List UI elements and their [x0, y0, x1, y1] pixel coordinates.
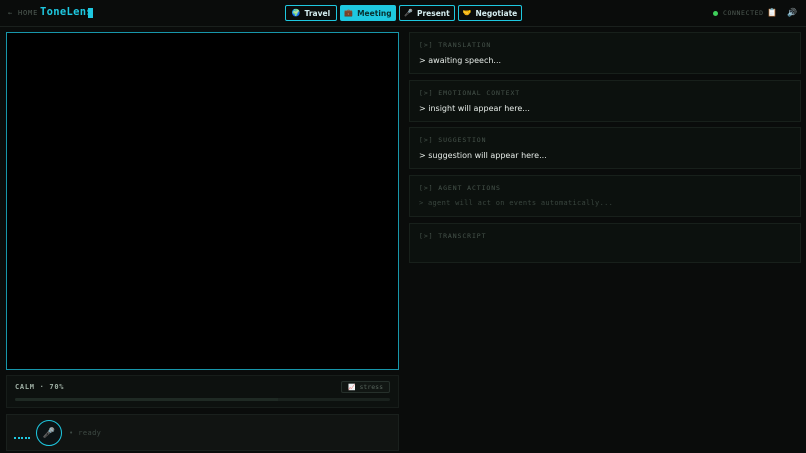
connection-status: CONNECTED: [713, 9, 764, 17]
mood-progress-fill: [15, 398, 278, 401]
chart-icon: 📈: [348, 383, 356, 391]
emotional-context-panel: [>] EMOTIONAL CONTEXT > insight will app…: [409, 80, 801, 122]
panel-title: [>] TRANSLATION: [419, 41, 492, 49]
microphone-icon: 🎤: [42, 427, 56, 439]
panel-title: [>] TRANSCRIPT: [419, 232, 487, 240]
stress-button[interactable]: 📈 stress: [341, 381, 390, 393]
translation-panel: [>] TRANSLATION > awaiting speech...: [409, 32, 801, 74]
tab-travel[interactable]: 🌍 Travel: [285, 5, 337, 21]
agent-actions-panel: [>] AGENT ACTIONS > agent will act on ev…: [409, 175, 801, 217]
status-dot-icon: [713, 10, 718, 16]
speaker-icon[interactable]: 🔊: [787, 8, 797, 18]
audio-level-indicator: [14, 437, 30, 439]
stress-label: stress: [359, 383, 383, 391]
tab-meeting[interactable]: 💼 Meeting: [340, 5, 396, 21]
mic-button[interactable]: 🎤: [36, 420, 62, 446]
camera-feed: [6, 32, 399, 370]
mood-meter: CALM · 70% 📈 stress: [6, 375, 399, 408]
tab-label: Travel: [304, 8, 331, 18]
tab-label: Meeting: [357, 8, 392, 18]
app-title: ToneLens: [40, 6, 93, 18]
agent-actions-text: > agent will act on events automatically…: [419, 199, 614, 207]
home-link[interactable]: ← HOME: [8, 9, 38, 17]
microphone-icon: 🎤: [404, 9, 413, 17]
mood-label: CALM · 70%: [15, 383, 65, 391]
tab-label: Negotiate: [475, 8, 518, 18]
translation-text: > awaiting speech...: [419, 56, 502, 65]
transcript-panel: [>] TRANSCRIPT: [409, 223, 801, 263]
blinking-cursor: [88, 8, 93, 18]
tab-negotiate[interactable]: 🤝 Negotiate: [458, 5, 522, 21]
panel-title: [>] AGENT ACTIONS: [419, 184, 501, 192]
status-text: CONNECTED: [723, 9, 764, 17]
mic-panel: 🎤 • ready: [6, 414, 399, 451]
panel-title: [>] EMOTIONAL CONTEXT: [419, 89, 521, 97]
handshake-icon: 🤝: [462, 9, 472, 17]
tab-present[interactable]: 🎤 Present: [399, 5, 455, 21]
panel-title: [>] SUGGESTION: [419, 136, 487, 144]
globe-icon: 🌍: [291, 9, 301, 17]
mic-status: • ready: [69, 429, 102, 437]
tab-label: Present: [416, 8, 450, 18]
suggestion-text: > suggestion will appear here...: [419, 151, 547, 160]
top-bar: ← HOME ToneLens 🌍 Travel 💼 Meeting 🎤 Pre…: [0, 0, 806, 27]
mood-progress-track: [15, 398, 390, 401]
insight-text: > insight will appear here...: [419, 104, 530, 113]
clipboard-icon[interactable]: 📋: [767, 8, 777, 18]
briefcase-icon: 💼: [344, 9, 354, 17]
suggestion-panel: [>] SUGGESTION > suggestion will appear …: [409, 127, 801, 169]
